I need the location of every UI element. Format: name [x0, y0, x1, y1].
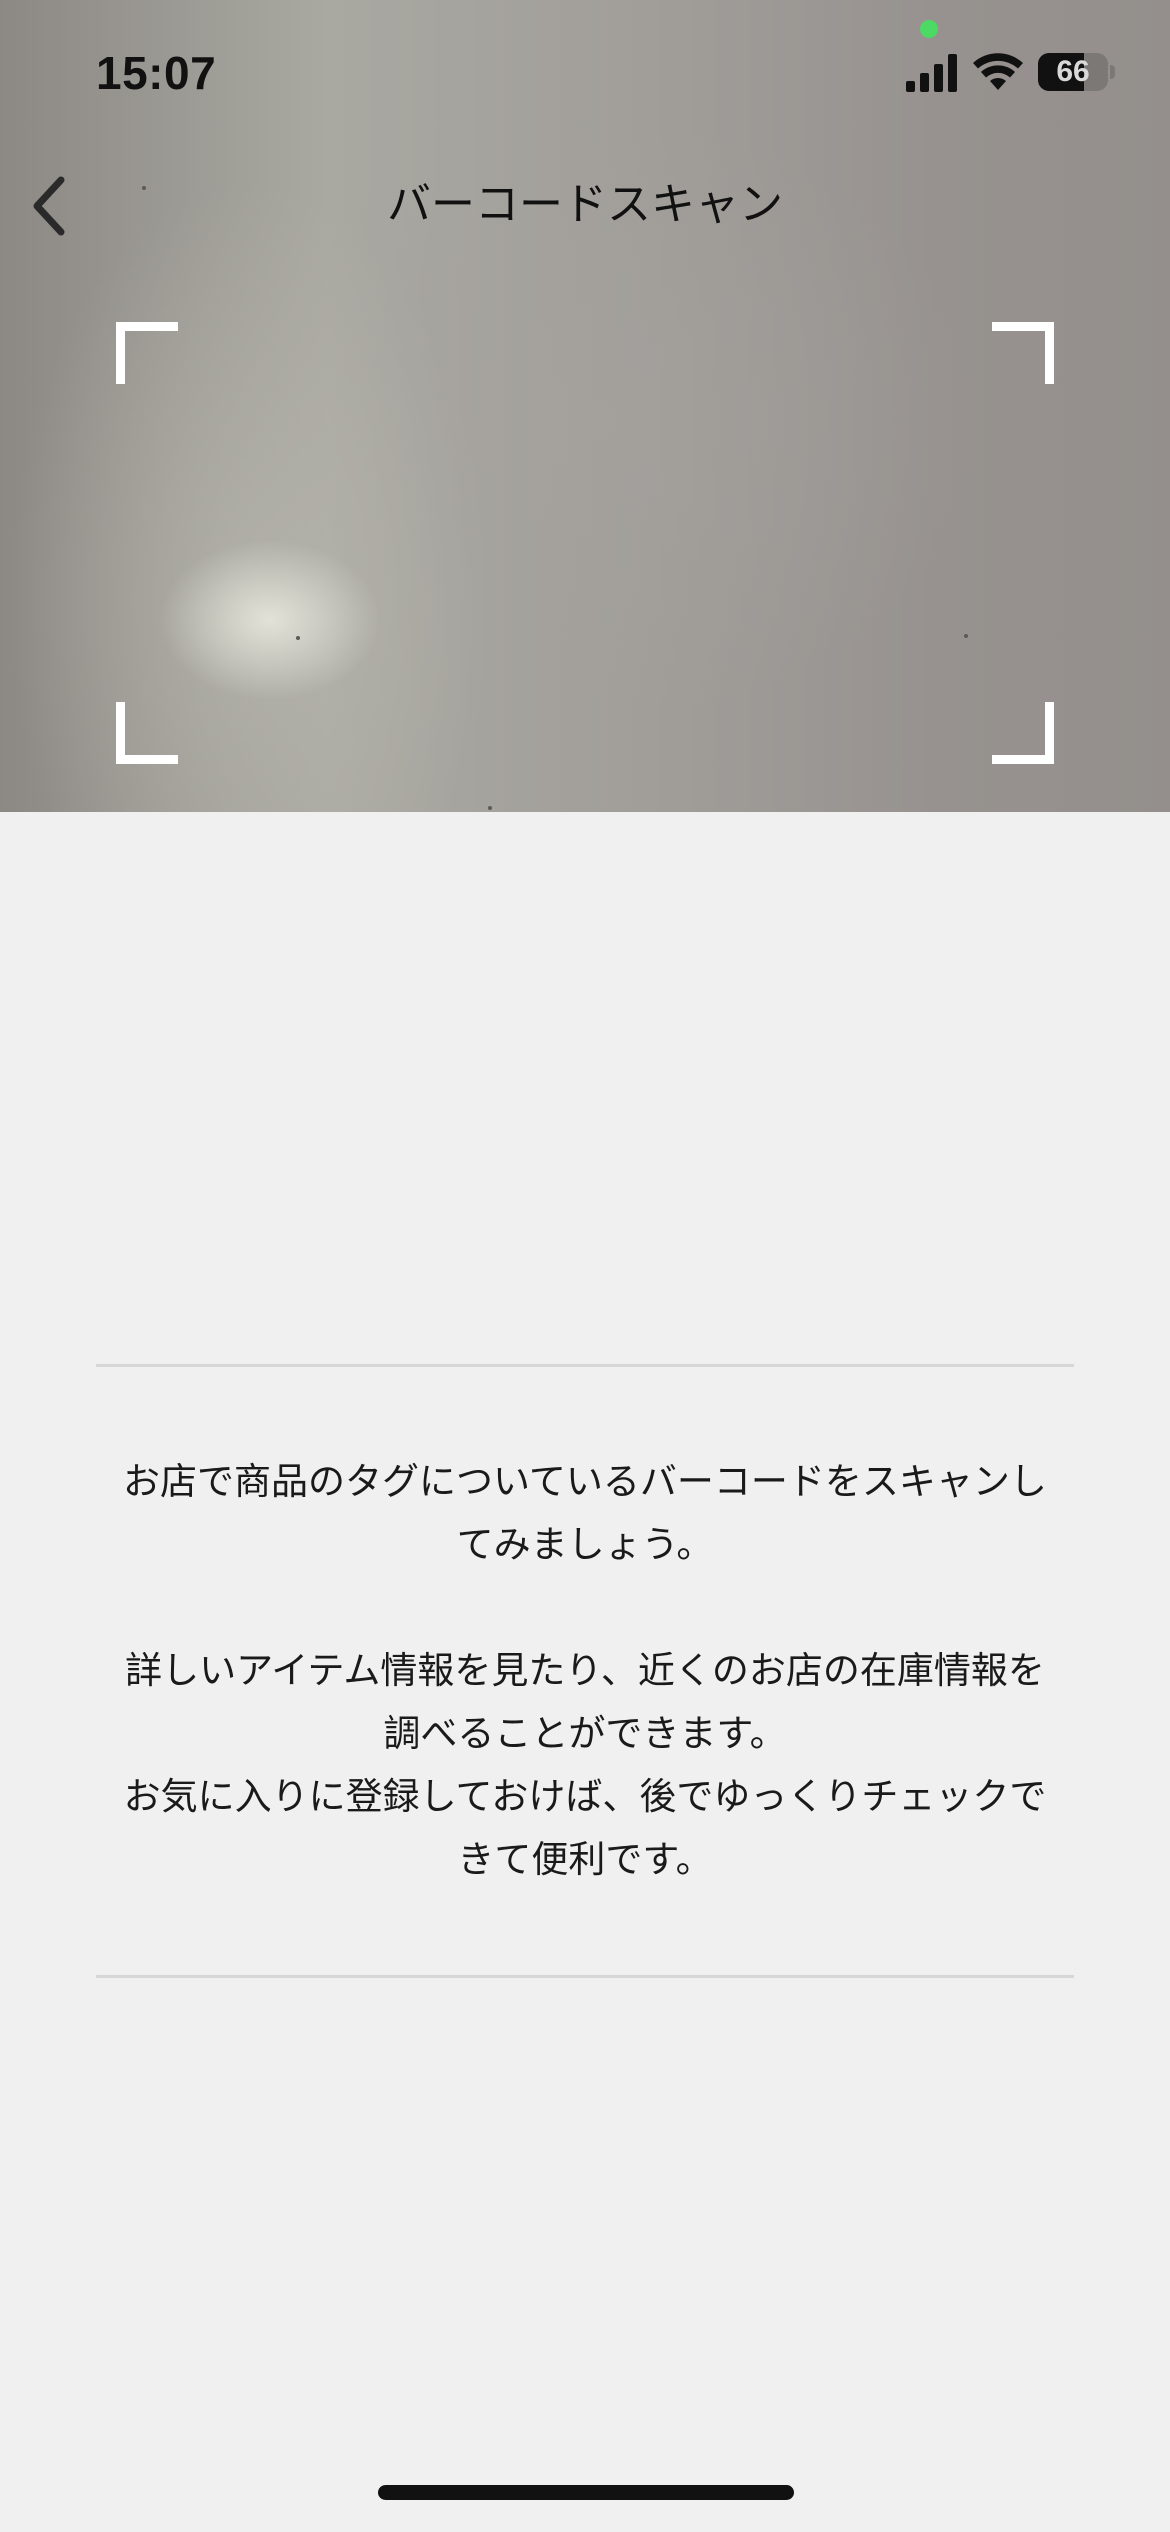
cellular-signal-icon: [906, 54, 957, 92]
battery-icon: 66: [1038, 53, 1116, 93]
privacy-indicator-dot: [920, 20, 938, 38]
back-button[interactable]: [14, 166, 84, 246]
barcode-scan-screen: 15:07 66 バーコードスキャン お店で商品のタグについているバーコードをス…: [0, 0, 1170, 2532]
status-bar: 15:07 66: [0, 0, 1170, 150]
scan-instructions: お店で商品のタグについているバーコードをスキャンし てみましょう。 詳しいアイテ…: [90, 1450, 1080, 1891]
battery-body: 66: [1038, 53, 1108, 91]
divider-top: [96, 1364, 1074, 1367]
camera-speck: [964, 634, 968, 638]
status-time: 15:07: [96, 47, 217, 99]
scan-frame-corner-bottom-left: [116, 702, 178, 764]
scan-frame-corner-top-left: [116, 322, 178, 384]
battery-cap: [1110, 65, 1115, 79]
scan-frame-corner-bottom-right: [992, 702, 1054, 764]
camera-speck: [296, 636, 300, 640]
instructions-paragraph-2: 詳しいアイテム情報を見たり、近くのお店の在庫情報を 調べることができます。 お気…: [123, 1649, 1047, 1881]
home-indicator[interactable]: [378, 2485, 794, 2500]
battery-level: 66: [1056, 55, 1090, 88]
camera-speck: [488, 806, 492, 810]
chevron-left-icon: [33, 176, 65, 236]
page-title: バーコードスキャン: [387, 179, 783, 230]
wifi-icon: [973, 53, 1023, 90]
instructions-paragraph-1: お店で商品のタグについているバーコードをスキャンし てみましょう。: [123, 1460, 1047, 1566]
divider-bottom: [96, 1975, 1074, 1978]
camera-speck: [142, 186, 146, 190]
scan-frame-corner-top-right: [992, 322, 1054, 384]
